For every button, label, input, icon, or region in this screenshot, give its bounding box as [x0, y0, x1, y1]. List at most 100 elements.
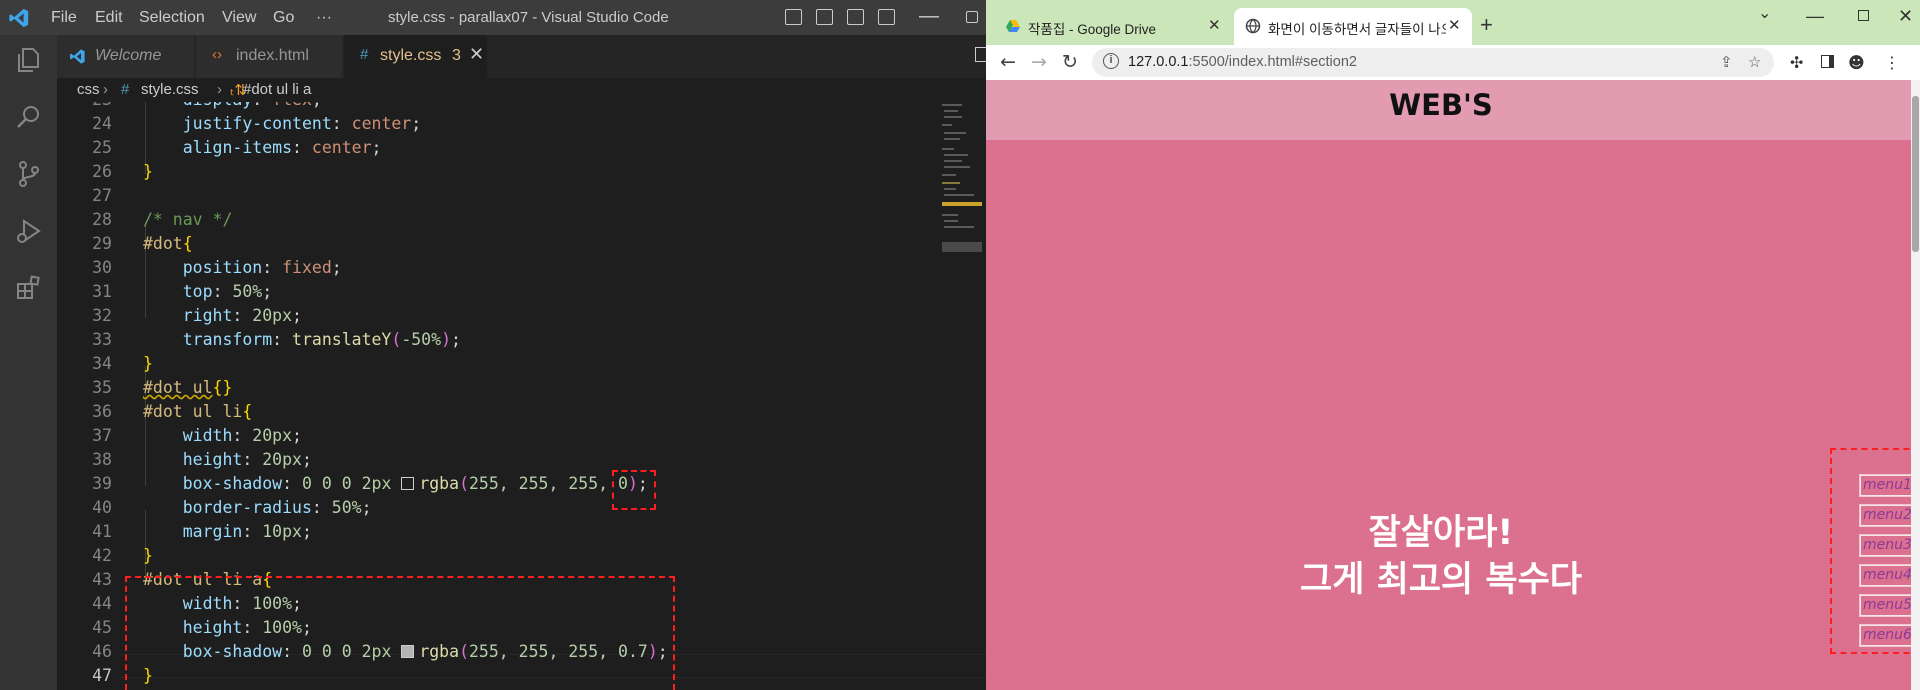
code-line: 23 display: flex;	[57, 102, 937, 112]
code-line: 31 top: 50%;	[92, 282, 273, 301]
browser-toolbar: ← → ↻ i 127.0.0.1:5500/index.html#sectio…	[986, 45, 1920, 80]
tab-index-html-label: index.html	[236, 47, 309, 64]
window-title: style.css - parallax07 - Visual Studio C…	[388, 9, 669, 26]
code-line: 35 #dot ul{}	[92, 378, 233, 397]
activity-bar	[0, 35, 57, 690]
annotation-box-alpha	[612, 470, 656, 510]
css-icon: #	[121, 81, 130, 98]
breadcrumb: css › # style.css › ₜ⇅ #dot ul li a	[57, 78, 986, 102]
problems-badge: 3	[452, 47, 461, 64]
source-control-icon[interactable]	[14, 159, 44, 189]
reload-icon[interactable]: ↻	[1062, 51, 1078, 73]
code-line: 29 #dot{	[92, 234, 193, 253]
run-debug-icon[interactable]	[14, 216, 44, 246]
annotation-box-menu	[1830, 448, 1920, 654]
browser-tab-active[interactable]: 화면이 이동하면서 글자들이 나오 ✕	[1234, 8, 1472, 45]
new-tab-button[interactable]: +	[1480, 12, 1493, 38]
vscode-logo-icon	[9, 8, 29, 28]
toggle-primary-sidebar-icon[interactable]	[785, 9, 802, 25]
menu-selection[interactable]: Selection	[139, 9, 205, 27]
breadcrumb-file[interactable]: style.css	[141, 81, 199, 98]
tab-welcome[interactable]: Welcome	[57, 35, 195, 78]
code-line: 25 align-items: center;	[92, 138, 382, 157]
hero-quote-line1: 잘살아라!	[1368, 513, 1514, 553]
page-scrollbar[interactable]	[1911, 80, 1920, 690]
extensions-icon[interactable]	[14, 273, 44, 303]
vscode-icon	[70, 49, 85, 64]
extensions-puzzle-icon[interactable]: ✣	[1790, 53, 1803, 72]
code-line: 33 transform: translateY(-50%);	[92, 330, 461, 349]
close-tab-icon[interactable]: ✕	[469, 44, 484, 65]
editor-tabs: Welcome ‹› index.html # style.css 3 ✕	[57, 35, 986, 78]
minimap[interactable]	[940, 102, 986, 262]
browser-tab-drive[interactable]: 작품집 - Google Drive ✕	[994, 8, 1234, 45]
code-line: 32 right: 20px;	[92, 306, 302, 325]
toggle-panel-icon[interactable]	[816, 9, 833, 25]
browser-tab-active-label: 화면이 이동하면서 글자들이 나오	[1268, 22, 1446, 37]
close-tab-icon[interactable]: ✕	[1448, 16, 1461, 34]
globe-icon	[1245, 18, 1261, 34]
explorer-icon[interactable]	[14, 45, 44, 75]
annotation-box-rule	[125, 576, 675, 690]
css-icon: #	[360, 46, 369, 63]
code-line: 38 height: 20px;	[92, 450, 312, 469]
code-line: 34}	[92, 354, 153, 373]
code-line: 37 width: 20px;	[92, 426, 302, 445]
code-line: 28/* nav */	[92, 210, 233, 229]
menu-go[interactable]: Go	[273, 9, 294, 27]
split-editor-icon[interactable]	[975, 47, 986, 62]
browser-tab-strip: 작품집 - Google Drive ✕ 화면이 이동하면서 글자들이 나오 ✕…	[986, 0, 1920, 45]
browser-tab-drive-label: 작품집 - Google Drive	[1028, 22, 1157, 37]
menu-more[interactable]: ···	[316, 9, 332, 27]
side-panel-icon[interactable]	[1821, 55, 1834, 68]
html-icon: ‹›	[212, 46, 222, 63]
menu-edit[interactable]: Edit	[95, 9, 123, 27]
forward-icon[interactable]: →	[1031, 51, 1047, 73]
site-info-icon[interactable]: i	[1103, 53, 1119, 69]
menu-file[interactable]: File	[51, 9, 77, 27]
hero-quote: 잘살아라! 그게 최고의 복수다	[986, 510, 1896, 604]
share-icon[interactable]: ⇪	[1720, 53, 1733, 71]
code-editor[interactable]: 23 display: flex; 24 justify-content: ce…	[57, 102, 986, 690]
vscode-titlebar: File Edit Selection View Go ··· style.cs…	[0, 0, 986, 35]
tab-welcome-label: Welcome	[95, 47, 162, 64]
tab-style-css[interactable]: # style.css 3 ✕	[344, 35, 488, 78]
breadcrumb-folder[interactable]: css	[77, 81, 100, 98]
chevron-right-icon: ›	[217, 81, 222, 98]
search-icon[interactable]	[14, 102, 44, 132]
web-page: WEB'S 잘살아라! 그게 최고의 복수다 menu1 menu2 menu3…	[986, 80, 1920, 690]
menu-view[interactable]: View	[222, 9, 256, 27]
tab-style-css-label: style.css	[380, 47, 442, 64]
site-logo[interactable]: WEB'S	[986, 88, 1896, 122]
maximize-icon[interactable]	[1858, 10, 1869, 21]
toggle-secondary-sidebar-icon[interactable]	[847, 9, 864, 25]
minimize-icon[interactable]: —	[1806, 6, 1824, 27]
tab-index-html[interactable]: ‹› index.html	[196, 35, 343, 78]
bookmark-star-icon[interactable]: ☆	[1748, 53, 1761, 71]
more-menu-icon[interactable]: ⋮	[1884, 53, 1900, 72]
browser-window: 작품집 - Google Drive ✕ 화면이 이동하면서 글자들이 나오 ✕…	[986, 0, 1920, 690]
code-line: 42}	[92, 546, 153, 565]
google-drive-icon	[1006, 20, 1020, 32]
breadcrumb-symbol[interactable]: #dot ul li a	[243, 81, 311, 98]
code-line: 41 margin: 10px;	[92, 522, 312, 541]
code-line: 26}	[92, 162, 153, 181]
close-window-icon[interactable]: ✕	[1898, 6, 1913, 27]
profile-icon[interactable]: ☻	[1848, 53, 1865, 72]
code-line: 39 box-shadow: 0 0 0 2px rgba(255, 255, …	[92, 474, 648, 493]
code-line: 24 justify-content: center;	[92, 114, 422, 133]
scrollbar-thumb[interactable]	[1912, 96, 1919, 252]
address-bar[interactable]: i 127.0.0.1:5500/index.html#section2 ⇪ ☆	[1092, 48, 1774, 77]
code-line: 40 border-radius: 50%;	[92, 498, 372, 517]
code-line: 27	[92, 186, 112, 205]
customize-layout-icon[interactable]	[878, 9, 895, 25]
back-icon[interactable]: ←	[1000, 51, 1016, 73]
maximize-icon[interactable]	[966, 11, 978, 23]
vscode-window: File Edit Selection View Go ··· style.cs…	[0, 0, 986, 690]
code-line: 30 position: fixed;	[92, 258, 342, 277]
minimize-icon[interactable]: —	[919, 5, 939, 28]
color-swatch[interactable]	[401, 477, 415, 490]
code-line: 36 #dot ul li{	[92, 402, 253, 421]
tab-search-icon[interactable]: ⌄	[1758, 3, 1771, 23]
close-tab-icon[interactable]: ✕	[1208, 16, 1221, 34]
